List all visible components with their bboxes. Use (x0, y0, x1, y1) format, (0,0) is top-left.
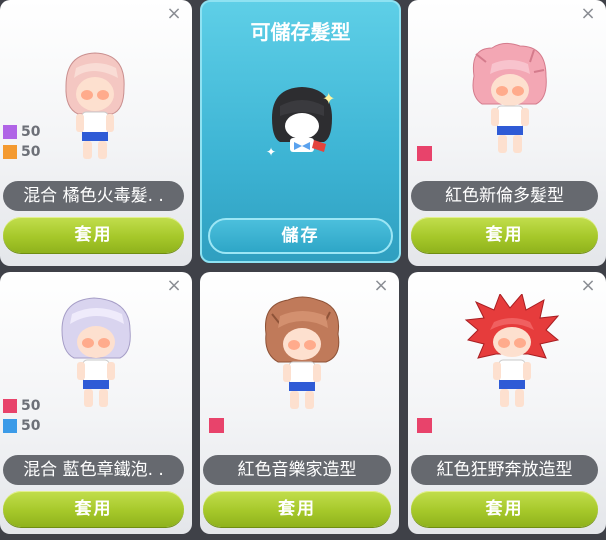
mix-percent: 50 (21, 418, 41, 434)
purple-swatch (3, 125, 17, 139)
save-card-title: 可儲存髮型 (250, 20, 351, 44)
character-avatar (61, 297, 131, 407)
color-mix-row-2: 50 (3, 418, 40, 434)
hair-name-label: 混合 橘色火毒髮. . (3, 181, 184, 211)
hair-card-4: × 紅色音樂家造型 套用 (200, 272, 399, 534)
apply-button[interactable]: 套用 (411, 491, 598, 527)
save-hair-card: 可儲存髮型 ✦ ✦ 儲存 (200, 0, 401, 263)
close-icon[interactable]: × (373, 277, 389, 295)
red-swatch (3, 399, 17, 413)
hair-name-label: 混合 藍色章鐵泡. . (3, 455, 184, 485)
save-button[interactable]: 儲存 (208, 218, 393, 254)
hair-name-label: 紅色新倫多髮型 (411, 181, 598, 211)
red-swatch (417, 146, 432, 161)
red-swatch (209, 418, 224, 433)
hair-card-2: × 紅色新倫多髮型 套用 (408, 0, 606, 266)
character-avatar (472, 42, 547, 153)
color-mix-row-2: 50 (3, 144, 40, 160)
blue-swatch (3, 419, 17, 433)
character-avatar (264, 296, 340, 409)
apply-button[interactable]: 套用 (3, 217, 184, 253)
hair-card-1: × 50 50 混合 橘色火毒髮. . 套用 (0, 0, 192, 266)
character-avatar (464, 294, 560, 407)
svg-text:✦: ✦ (322, 89, 335, 108)
orange-swatch (3, 145, 17, 159)
close-icon[interactable]: × (166, 277, 182, 295)
apply-button[interactable]: 套用 (203, 491, 391, 527)
close-icon[interactable]: × (580, 277, 596, 295)
hair-card-3: × 50 50 混合 藍色章鐵泡. . 套用 (0, 272, 192, 534)
svg-text:✦: ✦ (266, 145, 276, 159)
close-icon[interactable]: × (166, 5, 182, 23)
mix-percent: 50 (21, 124, 41, 140)
color-mix-row-1: 50 (3, 124, 40, 140)
color-mix-row-1: 50 (3, 398, 40, 414)
apply-button[interactable]: 套用 (411, 217, 598, 253)
hair-card-5: × 紅色狂野奔放造型 套用 (408, 272, 606, 534)
mix-percent: 50 (21, 398, 41, 414)
hair-name-label: 紅色音樂家造型 (203, 455, 391, 485)
hair-name-label: 紅色狂野奔放造型 (411, 455, 598, 485)
mix-percent: 50 (21, 144, 41, 160)
character-avatar (65, 52, 125, 159)
apply-button[interactable]: 套用 (3, 491, 184, 527)
close-icon[interactable]: × (580, 5, 596, 23)
saved-hair-preview: ✦ ✦ (266, 87, 335, 159)
red-swatch (417, 418, 432, 433)
